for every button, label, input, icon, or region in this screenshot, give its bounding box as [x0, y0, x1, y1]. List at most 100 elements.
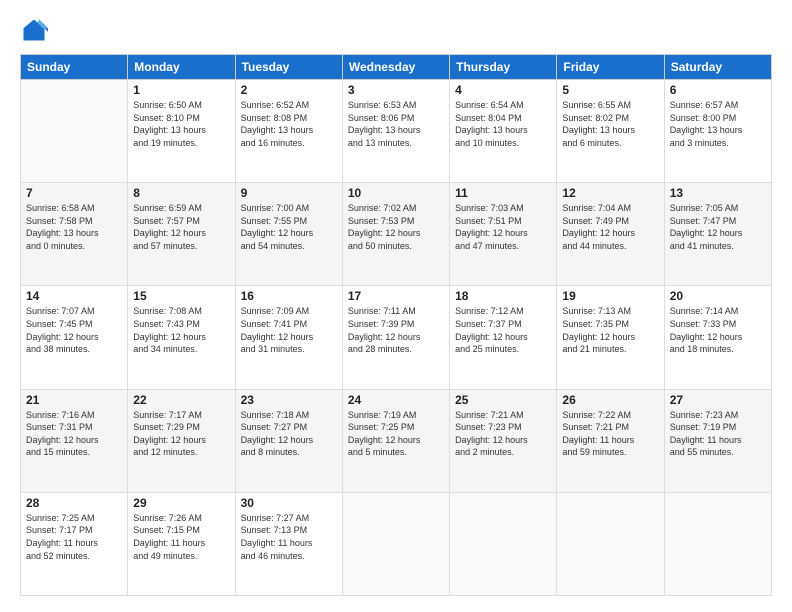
calendar-cell: 25 Sunrise: 7:21 AM Sunset: 7:23 PM Dayli… [450, 389, 557, 492]
day-number: 13 [670, 186, 766, 200]
week-row-3: 14 Sunrise: 7:07 AM Sunset: 7:45 PM Dayli… [21, 286, 772, 389]
day-info: Sunrise: 6:55 AM Sunset: 8:02 PM Dayligh… [562, 99, 658, 149]
day-info: Sunrise: 6:59 AM Sunset: 7:57 PM Dayligh… [133, 202, 229, 252]
calendar-cell: 19 Sunrise: 7:13 AM Sunset: 7:35 PM Dayli… [557, 286, 664, 389]
day-info: Sunrise: 7:13 AM Sunset: 7:35 PM Dayligh… [562, 305, 658, 355]
calendar-cell [342, 492, 449, 595]
weekday-header-thursday: Thursday [450, 55, 557, 80]
day-number: 1 [133, 83, 229, 97]
day-info: Sunrise: 7:05 AM Sunset: 7:47 PM Dayligh… [670, 202, 766, 252]
week-row-1: 1 Sunrise: 6:50 AM Sunset: 8:10 PM Daylig… [21, 80, 772, 183]
logo [20, 16, 52, 44]
calendar-cell [557, 492, 664, 595]
day-number: 28 [26, 496, 122, 510]
day-info: Sunrise: 7:04 AM Sunset: 7:49 PM Dayligh… [562, 202, 658, 252]
weekday-header-monday: Monday [128, 55, 235, 80]
calendar-cell: 12 Sunrise: 7:04 AM Sunset: 7:49 PM Dayli… [557, 183, 664, 286]
day-number: 23 [241, 393, 337, 407]
calendar-cell: 6 Sunrise: 6:57 AM Sunset: 8:00 PM Daylig… [664, 80, 771, 183]
day-info: Sunrise: 6:58 AM Sunset: 7:58 PM Dayligh… [26, 202, 122, 252]
day-info: Sunrise: 6:53 AM Sunset: 8:06 PM Dayligh… [348, 99, 444, 149]
calendar-cell [450, 492, 557, 595]
day-info: Sunrise: 6:50 AM Sunset: 8:10 PM Dayligh… [133, 99, 229, 149]
page: SundayMondayTuesdayWednesdayThursdayFrid… [0, 0, 792, 612]
day-number: 26 [562, 393, 658, 407]
calendar-cell: 28Sunrise: 7:25 AM Sunset: 7:17 PM Dayli… [21, 492, 128, 595]
day-number: 24 [348, 393, 444, 407]
day-info: Sunrise: 7:23 AM Sunset: 7:19 PM Dayligh… [670, 409, 766, 459]
weekday-header-tuesday: Tuesday [235, 55, 342, 80]
calendar-cell: 13 Sunrise: 7:05 AM Sunset: 7:47 PM Dayli… [664, 183, 771, 286]
day-number: 7 [26, 186, 122, 200]
calendar-cell: 21 Sunrise: 7:16 AM Sunset: 7:31 PM Dayli… [21, 389, 128, 492]
day-info: Sunrise: 7:11 AM Sunset: 7:39 PM Dayligh… [348, 305, 444, 355]
day-info: Sunrise: 7:22 AM Sunset: 7:21 PM Dayligh… [562, 409, 658, 459]
day-info: Sunrise: 7:26 AM Sunset: 7:15 PM Dayligh… [133, 512, 229, 562]
calendar-cell: 22 Sunrise: 7:17 AM Sunset: 7:29 PM Dayli… [128, 389, 235, 492]
day-number: 4 [455, 83, 551, 97]
calendar-cell: 24 Sunrise: 7:19 AM Sunset: 7:25 PM Dayli… [342, 389, 449, 492]
calendar-cell: 1 Sunrise: 6:50 AM Sunset: 8:10 PM Daylig… [128, 80, 235, 183]
day-number: 15 [133, 289, 229, 303]
day-info: Sunrise: 7:03 AM Sunset: 7:51 PM Dayligh… [455, 202, 551, 252]
day-info: Sunrise: 7:19 AM Sunset: 7:25 PM Dayligh… [348, 409, 444, 459]
calendar-cell: 16Sunrise: 7:09 AM Sunset: 7:41 PM Dayli… [235, 286, 342, 389]
weekday-header-wednesday: Wednesday [342, 55, 449, 80]
calendar-cell: 23 Sunrise: 7:18 AM Sunset: 7:27 PM Dayli… [235, 389, 342, 492]
calendar-cell: 5 Sunrise: 6:55 AM Sunset: 8:02 PM Daylig… [557, 80, 664, 183]
day-info: Sunrise: 7:09 AM Sunset: 7:41 PM Dayligh… [241, 305, 337, 355]
calendar-cell: 20Sunrise: 7:14 AM Sunset: 7:33 PM Dayli… [664, 286, 771, 389]
calendar-cell: 30Sunrise: 7:27 AM Sunset: 7:13 PM Dayli… [235, 492, 342, 595]
day-number: 11 [455, 186, 551, 200]
day-number: 27 [670, 393, 766, 407]
calendar-cell: 14 Sunrise: 7:07 AM Sunset: 7:45 PM Dayli… [21, 286, 128, 389]
day-number: 12 [562, 186, 658, 200]
day-info: Sunrise: 7:17 AM Sunset: 7:29 PM Dayligh… [133, 409, 229, 459]
day-number: 9 [241, 186, 337, 200]
calendar-cell: 4 Sunrise: 6:54 AM Sunset: 8:04 PM Daylig… [450, 80, 557, 183]
weekday-header-row: SundayMondayTuesdayWednesdayThursdayFrid… [21, 55, 772, 80]
calendar-cell [664, 492, 771, 595]
day-info: Sunrise: 7:18 AM Sunset: 7:27 PM Dayligh… [241, 409, 337, 459]
calendar-cell: 27 Sunrise: 7:23 AM Sunset: 7:19 PM Dayli… [664, 389, 771, 492]
calendar: SundayMondayTuesdayWednesdayThursdayFrid… [20, 54, 772, 596]
weekday-header-sunday: Sunday [21, 55, 128, 80]
day-number: 2 [241, 83, 337, 97]
day-info: Sunrise: 7:12 AM Sunset: 7:37 PM Dayligh… [455, 305, 551, 355]
day-info: Sunrise: 6:57 AM Sunset: 8:00 PM Dayligh… [670, 99, 766, 149]
day-number: 30 [241, 496, 337, 510]
day-number: 3 [348, 83, 444, 97]
logo-icon [20, 16, 48, 44]
day-info: Sunrise: 7:00 AM Sunset: 7:55 PM Dayligh… [241, 202, 337, 252]
header [20, 16, 772, 44]
day-number: 17 [348, 289, 444, 303]
day-number: 22 [133, 393, 229, 407]
calendar-cell: 10Sunrise: 7:02 AM Sunset: 7:53 PM Dayli… [342, 183, 449, 286]
day-info: Sunrise: 7:07 AM Sunset: 7:45 PM Dayligh… [26, 305, 122, 355]
weekday-header-saturday: Saturday [664, 55, 771, 80]
day-number: 25 [455, 393, 551, 407]
day-info: Sunrise: 6:52 AM Sunset: 8:08 PM Dayligh… [241, 99, 337, 149]
day-number: 21 [26, 393, 122, 407]
calendar-cell: 8 Sunrise: 6:59 AM Sunset: 7:57 PM Daylig… [128, 183, 235, 286]
calendar-cell: 26 Sunrise: 7:22 AM Sunset: 7:21 PM Dayli… [557, 389, 664, 492]
day-info: Sunrise: 7:14 AM Sunset: 7:33 PM Dayligh… [670, 305, 766, 355]
day-info: Sunrise: 7:21 AM Sunset: 7:23 PM Dayligh… [455, 409, 551, 459]
day-info: Sunrise: 6:54 AM Sunset: 8:04 PM Dayligh… [455, 99, 551, 149]
day-number: 18 [455, 289, 551, 303]
calendar-cell: 7 Sunrise: 6:58 AM Sunset: 7:58 PM Daylig… [21, 183, 128, 286]
day-number: 6 [670, 83, 766, 97]
calendar-cell: 9 Sunrise: 7:00 AM Sunset: 7:55 PM Daylig… [235, 183, 342, 286]
week-row-2: 7 Sunrise: 6:58 AM Sunset: 7:58 PM Daylig… [21, 183, 772, 286]
calendar-cell: 15 Sunrise: 7:08 AM Sunset: 7:43 PM Dayli… [128, 286, 235, 389]
day-number: 19 [562, 289, 658, 303]
day-info: Sunrise: 7:08 AM Sunset: 7:43 PM Dayligh… [133, 305, 229, 355]
day-number: 8 [133, 186, 229, 200]
day-number: 29 [133, 496, 229, 510]
day-info: Sunrise: 7:02 AM Sunset: 7:53 PM Dayligh… [348, 202, 444, 252]
day-number: 5 [562, 83, 658, 97]
day-number: 14 [26, 289, 122, 303]
weekday-header-friday: Friday [557, 55, 664, 80]
week-row-5: 28Sunrise: 7:25 AM Sunset: 7:17 PM Dayli… [21, 492, 772, 595]
day-info: Sunrise: 7:16 AM Sunset: 7:31 PM Dayligh… [26, 409, 122, 459]
